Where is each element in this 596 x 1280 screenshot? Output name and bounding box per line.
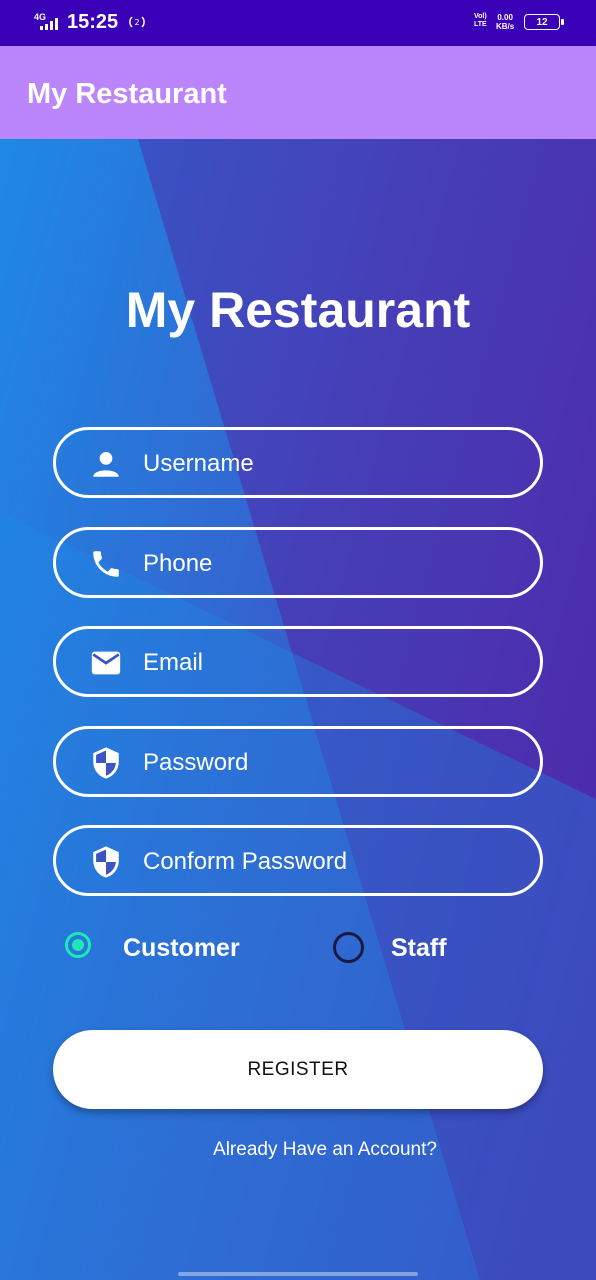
radio-selected-icon[interactable] <box>65 932 91 958</box>
status-bar: 4G 15:25 2 Vol) LTE 0.00 KB/s 12 <box>0 0 596 46</box>
net-speed: 0.00 KB/s <box>496 13 515 31</box>
phone-icon <box>93 551 119 577</box>
app-title: My Restaurant <box>27 78 227 110</box>
password-placeholder: Password <box>143 749 249 776</box>
email-field[interactable]: Email <box>53 626 543 697</box>
svg-text:2: 2 <box>134 18 139 27</box>
clock: 15:25 <box>67 11 119 33</box>
confirm-password-placeholder: Conform Password <box>143 848 348 875</box>
phone-placeholder: Phone <box>143 550 213 577</box>
password-field[interactable]: Password <box>53 726 543 797</box>
volte-indicator: Vol) LTE <box>474 13 487 28</box>
confirm-password-field[interactable]: Conform Password <box>53 825 543 896</box>
battery-icon: 12 <box>524 14 564 30</box>
username-placeholder: Username <box>143 450 254 477</box>
hotspot-icon: 2 <box>129 16 145 28</box>
signal-icon <box>40 18 58 30</box>
phone-field[interactable]: Phone <box>53 527 543 598</box>
home-indicator <box>178 1272 418 1276</box>
register-button[interactable]: REGISTER <box>53 1030 543 1109</box>
email-placeholder: Email <box>143 649 204 676</box>
register-screen: My Restaurant Username Phone Email Passw… <box>0 139 596 1280</box>
shield-icon <box>93 747 119 779</box>
app-bar: My Restaurant <box>0 46 596 139</box>
username-field[interactable]: Username <box>53 427 543 498</box>
shield-icon <box>93 846 119 878</box>
role-label-customer: Customer <box>123 934 240 962</box>
page-heading: My Restaurant <box>125 282 471 338</box>
role-label-staff: Staff <box>391 934 447 962</box>
radio-unselected-icon[interactable] <box>333 932 364 963</box>
email-icon <box>91 651 121 675</box>
person-icon <box>93 451 119 477</box>
login-link[interactable]: Already Have an Account? <box>0 1139 596 1161</box>
